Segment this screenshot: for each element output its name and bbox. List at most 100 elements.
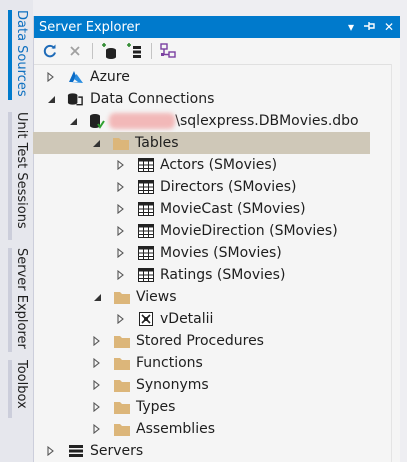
database-server-name-redacted: xxxxxxxx <box>109 113 176 129</box>
tree-label-table: MovieCast (SMovies) <box>160 201 306 217</box>
tree-node-table[interactable]: Ratings (SMovies) <box>34 264 400 286</box>
tree-node-table[interactable]: MovieCast (SMovies) <box>34 198 400 220</box>
expand-arrow-icon[interactable] <box>115 203 127 215</box>
tree-label-view: vDetalii <box>160 311 214 327</box>
toolbar-separator <box>92 43 93 59</box>
panel-title-bar: Server Explorer ▾ ✕ <box>34 16 400 38</box>
tree-label-functions: Functions <box>136 355 203 371</box>
expand-arrow-icon[interactable] <box>91 379 103 391</box>
database-connected-icon <box>88 113 105 129</box>
diagram-button[interactable] <box>158 41 178 61</box>
tree-label-table: Directors (SMovies) <box>160 179 297 195</box>
tree-node-synonyms[interactable]: Synonyms <box>34 374 400 396</box>
tree-label-azure: Azure <box>90 69 130 85</box>
tree-node-view[interactable]: vDetalii <box>34 308 400 330</box>
table-icon <box>137 267 154 283</box>
expand-arrow-icon[interactable] <box>45 71 57 83</box>
right-edge <box>399 16 407 462</box>
tree-label-table: Actors (SMovies) <box>160 157 278 173</box>
tree-label-synonyms: Synonyms <box>136 377 209 393</box>
collapse-arrow-icon[interactable] <box>45 93 57 105</box>
expand-arrow-icon[interactable] <box>91 335 103 347</box>
tree-node-types[interactable]: Types <box>34 396 400 418</box>
connect-server-icon <box>127 43 141 58</box>
tab-data-sources[interactable]: Data Sources <box>8 10 32 100</box>
folder-icon <box>113 421 130 437</box>
tab-unit-test-sessions[interactable]: Unit Test Sessions <box>8 112 32 240</box>
tree-label-assemblies: Assemblies <box>136 421 215 437</box>
tab-toolbox-label: Toolbox <box>14 360 29 409</box>
toolbar-separator-2 <box>151 43 152 59</box>
refresh-icon <box>43 44 56 58</box>
close-icon[interactable]: ✕ <box>381 20 397 34</box>
tree-node-table[interactable]: Directors (SMovies) <box>34 176 400 198</box>
expand-arrow-icon[interactable] <box>91 401 103 413</box>
vertical-scrollbar[interactable] <box>391 64 400 462</box>
refresh-button[interactable] <box>40 41 60 61</box>
diagram-icon <box>160 43 176 58</box>
dropdown-icon[interactable]: ▾ <box>343 20 359 34</box>
table-icon <box>137 179 154 195</box>
connect-database-button[interactable] <box>99 41 119 61</box>
folder-icon <box>112 135 129 151</box>
collapse-arrow-icon[interactable] <box>91 291 103 303</box>
expand-arrow-icon[interactable] <box>115 181 127 193</box>
expand-arrow-icon[interactable] <box>91 357 103 369</box>
tree-node-table[interactable]: MovieDirection (SMovies) <box>34 220 400 242</box>
table-icon <box>137 245 154 261</box>
tree-node-table[interactable]: Movies (SMovies) <box>34 242 400 264</box>
tree-label-table: Ratings (SMovies) <box>160 267 286 283</box>
tree-node-views[interactable]: Views <box>34 286 400 308</box>
panel-title: Server Explorer <box>39 19 140 35</box>
expand-arrow-icon[interactable] <box>115 247 127 259</box>
expand-arrow-icon[interactable] <box>45 445 57 457</box>
tree-label-database: \sqlexpress.DBMovies.dbo <box>175 113 359 129</box>
tree-node-servers[interactable]: Servers <box>34 440 400 462</box>
tree-node-azure[interactable]: Azure <box>34 66 400 88</box>
azure-icon <box>67 69 84 85</box>
data-connections-icon <box>67 91 84 107</box>
tree-label-table: Movies (SMovies) <box>160 245 282 261</box>
toolbar <box>34 38 400 65</box>
tab-toolbox[interactable]: Toolbox <box>8 360 32 418</box>
collapse-arrow-icon[interactable] <box>67 115 79 127</box>
server-explorer-panel: Server Explorer ▾ ✕ Azure Data Connectio… <box>33 16 400 462</box>
stop-icon <box>70 46 80 56</box>
tree-label-types: Types <box>136 399 176 415</box>
expand-arrow-icon[interactable] <box>115 159 127 171</box>
table-icon <box>137 201 154 217</box>
folder-icon <box>113 399 130 415</box>
tree-label-table: MovieDirection (SMovies) <box>160 223 338 239</box>
tree-label-tables: Tables <box>135 135 179 151</box>
tree-node-data-connections[interactable]: Data Connections <box>34 88 400 110</box>
connect-server-button[interactable] <box>124 41 144 61</box>
connect-database-icon <box>102 43 116 59</box>
folder-icon <box>113 333 130 349</box>
tree-node-table[interactable]: Actors (SMovies) <box>34 154 400 176</box>
expand-arrow-icon[interactable] <box>115 269 127 281</box>
tree-node-assemblies[interactable]: Assemblies <box>34 418 400 440</box>
stop-button[interactable] <box>65 41 85 61</box>
tree-label-data-connections: Data Connections <box>90 91 215 107</box>
expand-arrow-icon[interactable] <box>115 313 127 325</box>
table-icon <box>137 157 154 173</box>
pin-icon[interactable] <box>362 20 378 34</box>
tab-unit-test-sessions-label: Unit Test Sessions <box>14 112 29 229</box>
collapse-arrow-icon[interactable] <box>90 137 102 149</box>
tree-label-views: Views <box>136 289 177 305</box>
side-tab-strip: Data Sources Unit Test Sessions Server E… <box>0 0 33 462</box>
tree-label-stored-procedures: Stored Procedures <box>136 333 264 349</box>
tab-server-explorer[interactable]: Server Explorer <box>8 248 32 352</box>
expand-arrow-icon[interactable] <box>115 225 127 237</box>
tree-node-stored-procedures[interactable]: Stored Procedures <box>34 330 400 352</box>
tree-node-tables[interactable]: Tables <box>33 132 370 154</box>
expand-arrow-icon[interactable] <box>91 423 103 435</box>
folder-icon <box>113 355 130 371</box>
folder-icon <box>113 289 130 305</box>
table-icon <box>137 223 154 239</box>
folder-icon <box>113 377 130 393</box>
tree-node-functions[interactable]: Functions <box>34 352 400 374</box>
servers-icon <box>67 443 84 459</box>
tab-data-sources-label: Data Sources <box>14 10 29 97</box>
tree-node-database-connection[interactable]: xxxxxxxx \sqlexpress.DBMovies.dbo <box>34 110 400 132</box>
